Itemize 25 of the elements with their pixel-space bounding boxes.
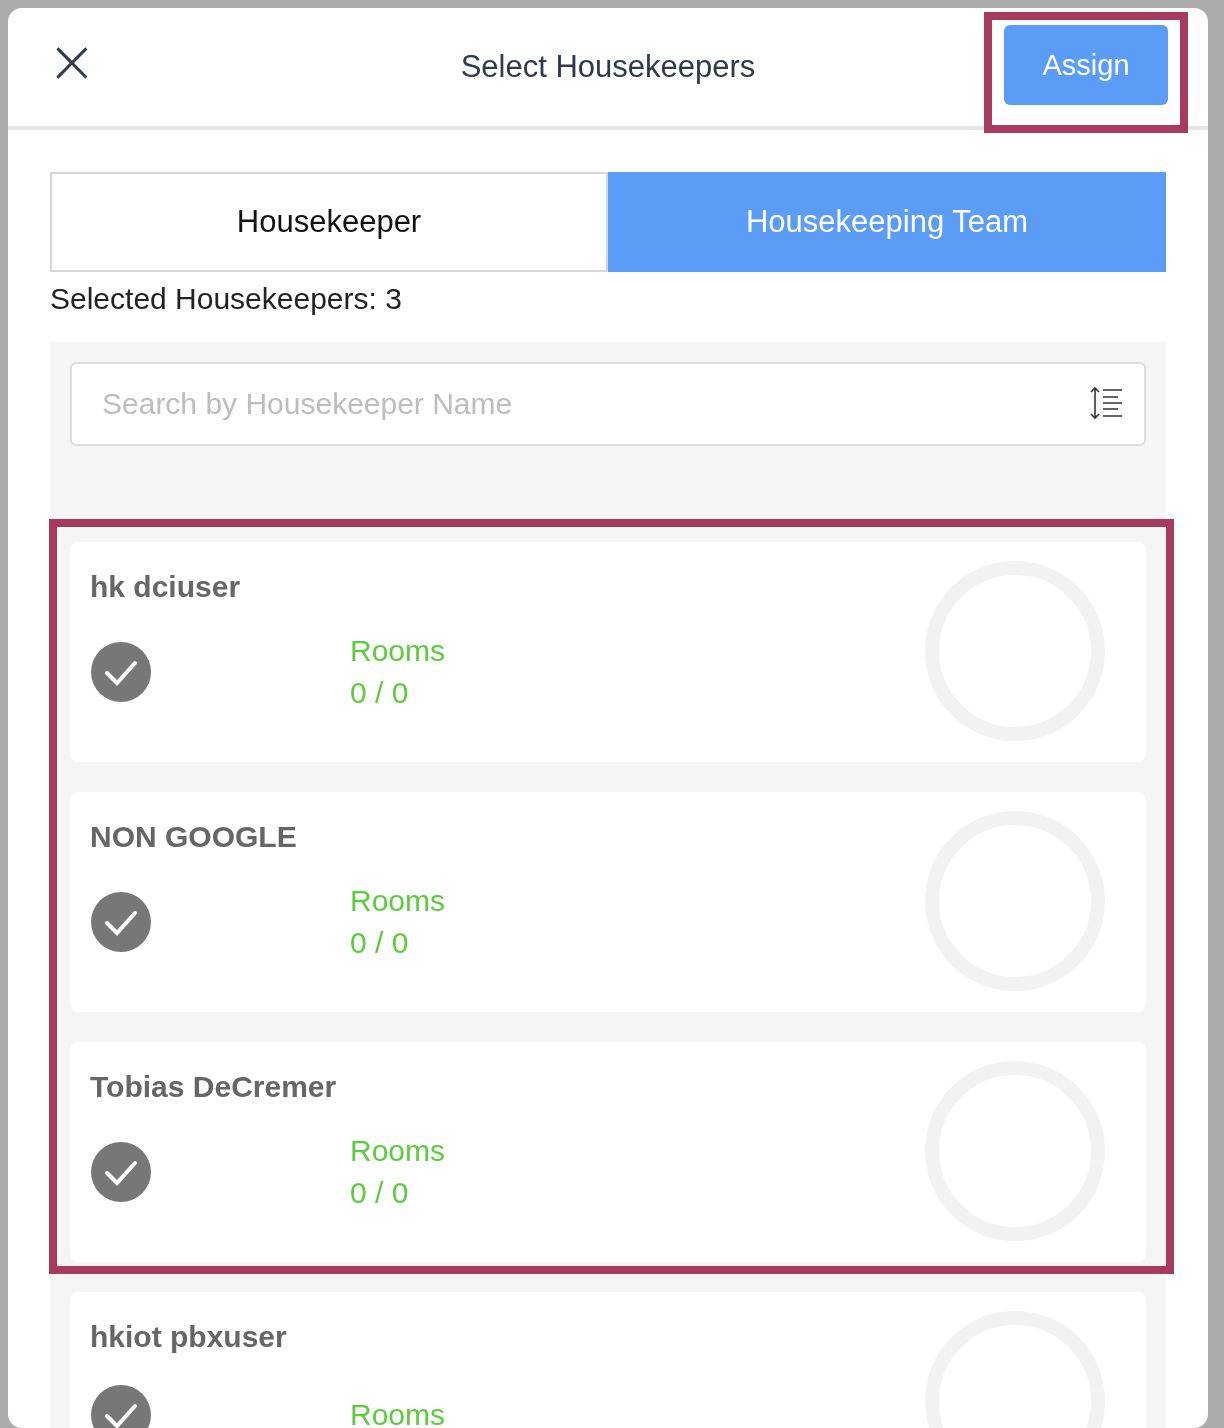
checkmark-icon[interactable]	[90, 1384, 152, 1428]
rooms-label: Rooms	[350, 884, 446, 918]
rooms-count: 0 / 0	[350, 676, 410, 710]
housekeeper-card[interactable]: Tobias DeCremer Rooms 0 / 0	[70, 1042, 1146, 1262]
checkmark-icon[interactable]	[90, 891, 152, 953]
housekeeper-card[interactable]: NON GOOGLE Rooms 0 / 0	[70, 792, 1146, 1012]
checkmark-icon[interactable]	[90, 1141, 152, 1203]
rooms-label: Rooms	[350, 1398, 446, 1428]
housekeeper-name: hkiot pbxuser	[90, 1320, 288, 1354]
housekeeper-name: hk dciuser	[90, 570, 242, 604]
housekeeper-card[interactable]: hk dciuser Rooms 0 / 0	[70, 542, 1146, 762]
dialog-title: Select Housekeepers	[459, 49, 757, 85]
rooms-label: Rooms	[350, 1134, 446, 1168]
close-button[interactable]: ×	[48, 37, 96, 85]
checkmark-icon[interactable]	[90, 641, 152, 703]
rooms-count: 0 / 0	[350, 926, 410, 960]
housekeeper-name: Tobias DeCremer	[90, 1070, 338, 1104]
housekeeper-name: NON GOOGLE	[90, 820, 298, 854]
selected-count: Selected Housekeepers: 3	[50, 282, 403, 316]
rooms-label: Rooms	[350, 634, 446, 668]
rooms-count: 0 / 0	[350, 1176, 410, 1210]
tab[interactable]: Housekeeper	[50, 172, 608, 272]
housekeeper-card[interactable]: hkiot pbxuser Rooms	[70, 1292, 1146, 1428]
search-field[interactable]: Search by Housekeeper Name	[70, 362, 1146, 446]
sort-icon[interactable]	[1090, 386, 1124, 420]
